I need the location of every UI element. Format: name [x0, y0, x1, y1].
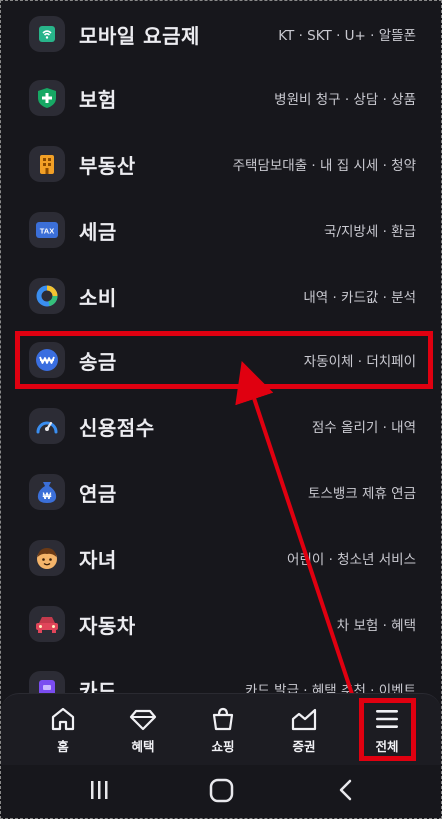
shopping-bag-icon: [209, 704, 237, 734]
tab-label: 혜택: [131, 739, 155, 754]
stock-chart-icon: [289, 704, 319, 734]
tab-shopping-bag[interactable]: 쇼핑: [183, 694, 263, 766]
tab-label: 증권: [292, 739, 316, 754]
tab-home[interactable]: 홈: [23, 694, 103, 766]
recent-apps-icon[interactable]: [91, 781, 108, 799]
app-screen: 모바일 요금제 KT · SKT · U+ · 알뜰폰 보험 병원비 청구 · 상담 …: [0, 0, 442, 819]
tab-gem[interactable]: 혜택: [103, 694, 183, 766]
home-icon: [49, 704, 77, 734]
gem-icon: [128, 704, 158, 734]
tab-label: 쇼핑: [211, 739, 235, 754]
back-icon[interactable]: [339, 779, 352, 801]
home-circle-icon[interactable]: [209, 778, 234, 803]
tab-label: 홈: [57, 739, 69, 754]
tab-stock-chart[interactable]: 증권: [264, 694, 344, 766]
system-navigation-bar: [1, 765, 441, 818]
highlight-box-all-tab: [359, 698, 416, 761]
